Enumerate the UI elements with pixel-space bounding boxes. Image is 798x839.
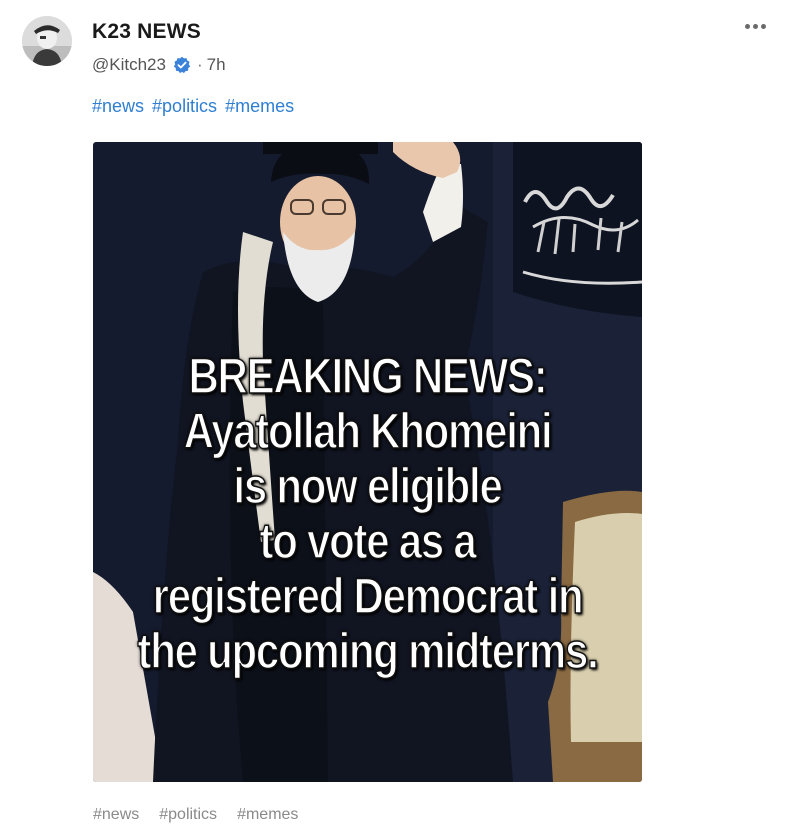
hashtag-politics[interactable]: #politics xyxy=(152,96,217,117)
caption-line: Ayatollah Khomeini xyxy=(183,403,553,460)
verified-badge-icon xyxy=(173,56,191,74)
more-options-icon[interactable] xyxy=(745,24,766,29)
avatar[interactable] xyxy=(22,16,72,66)
hashtag-memes[interactable]: #memes xyxy=(225,96,294,117)
caption-line: the upcoming midterms. xyxy=(137,623,600,680)
caption-line: is now eligible xyxy=(233,458,504,515)
hashtag-news[interactable]: #news xyxy=(92,96,144,117)
caption-line: to vote as a xyxy=(259,513,477,570)
meta-separator: · xyxy=(196,55,203,74)
author-name[interactable]: K23 NEWS xyxy=(92,20,201,44)
avatar-image xyxy=(22,16,72,66)
author-meta: @Kitch23 · 7h xyxy=(92,55,226,75)
tag-politics[interactable]: #politics xyxy=(159,806,217,824)
post-tag-list: #news #politics #memes xyxy=(93,806,298,824)
author-handle[interactable]: @Kitch23 xyxy=(92,55,166,75)
tag-news[interactable]: #news xyxy=(93,806,139,824)
post-text-hashtags: #news #politics #memes xyxy=(92,96,294,117)
caption-line: BREAKING NEWS: xyxy=(188,348,549,405)
post-image[interactable]: BREAKING NEWS: Ayatollah Khomeini is now… xyxy=(93,142,642,782)
tag-memes[interactable]: #memes xyxy=(237,806,298,824)
caption-line: registered Democrat in xyxy=(152,568,584,625)
meme-caption: BREAKING NEWS: Ayatollah Khomeini is now… xyxy=(137,348,600,680)
post-timestamp[interactable]: 7h xyxy=(207,55,226,75)
